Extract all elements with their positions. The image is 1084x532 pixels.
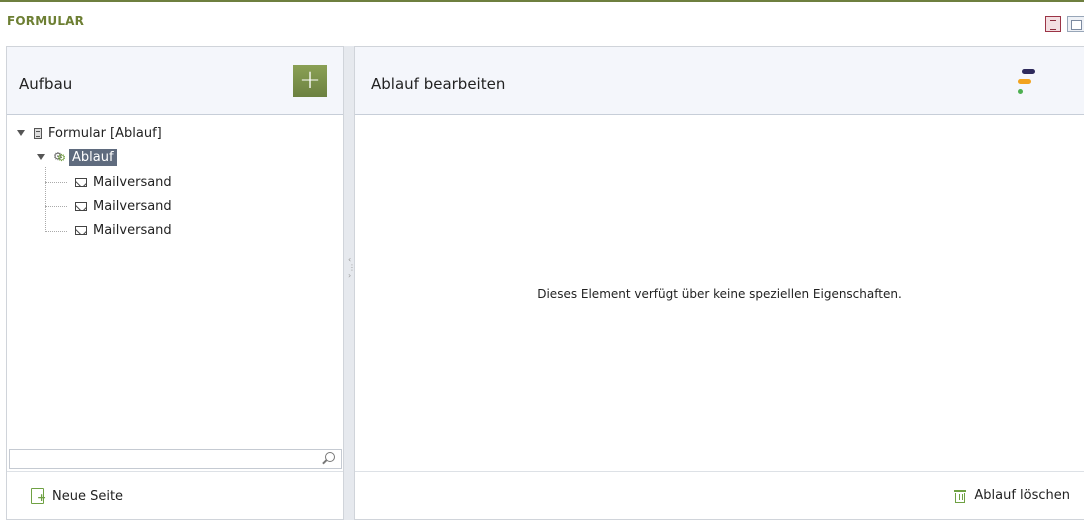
tree-item-label: Mailversand <box>93 174 172 190</box>
tree-item-label: Mailversand <box>93 198 172 214</box>
tree-connector <box>45 206 67 207</box>
tree-item-label: Mailversand <box>93 222 172 238</box>
new-page-label: Neue Seite <box>52 488 124 504</box>
expand-arrow-icon[interactable] <box>17 130 25 136</box>
window-title: FORMULAR <box>7 14 85 28</box>
empty-properties-message: Dieses Element verfügt über keine spezie… <box>537 287 902 301</box>
tree-item-ablauf[interactable]: ⚙ ⚙ Ablauf <box>37 147 117 167</box>
search-icon[interactable] <box>325 452 335 462</box>
mail-icon <box>75 177 87 187</box>
mail-icon <box>75 225 87 235</box>
mail-icon <box>75 201 87 211</box>
properties-panel: Ablauf bearbeiten Dieses Element verfügt… <box>355 46 1084 520</box>
splitter-handle-icon[interactable]: ‹ ⋮ › <box>348 256 356 280</box>
tree-item-formular[interactable]: Formular [Ablauf] <box>17 123 162 143</box>
document-icon <box>34 127 42 139</box>
tree-search-input[interactable] <box>9 449 342 469</box>
form-editor: FORMULAR Aufbau + Formular [Ablauf] ⚙ ⚙ A… <box>0 0 1084 532</box>
add-page-icon <box>31 488 46 504</box>
new-page-button[interactable]: Neue Seite <box>31 488 123 504</box>
properties-panel-footer: Ablauf löschen <box>355 471 1084 519</box>
delete-flow-button[interactable]: Ablauf löschen <box>954 488 1070 503</box>
tree-connector <box>45 231 67 232</box>
tree-item-mailversand[interactable]: Mailversand <box>75 220 172 240</box>
document-view-icon[interactable] <box>1045 16 1061 32</box>
structure-panel-footer: Neue Seite <box>7 471 343 519</box>
trash-icon <box>954 489 967 503</box>
window-view-icon[interactable] <box>1067 16 1084 32</box>
tree-connector <box>45 167 46 232</box>
add-element-button[interactable]: + <box>293 65 327 97</box>
gear-icon: ⚙ ⚙ <box>53 150 66 164</box>
brand-logo-icon <box>1018 67 1038 97</box>
tree-item-label: Formular [Ablauf] <box>48 125 162 141</box>
structure-panel-title: Aufbau <box>19 75 73 93</box>
structure-panel-header: Aufbau + <box>7 47 343 115</box>
panel-splitter[interactable]: ‹ ⋮ › <box>343 46 356 520</box>
delete-flow-label: Ablauf löschen <box>974 488 1070 503</box>
tree-connector <box>45 182 67 183</box>
properties-panel-header: Ablauf bearbeiten <box>355 47 1084 115</box>
tree-item-label: Ablauf <box>69 148 117 166</box>
tree-item-mailversand[interactable]: Mailversand <box>75 172 172 192</box>
structure-panel: Aufbau + Formular [Ablauf] ⚙ ⚙ Ablauf Mai… <box>6 46 343 520</box>
expand-arrow-icon[interactable] <box>37 154 45 160</box>
title-bar: FORMULAR <box>0 0 1084 46</box>
tree-item-mailversand[interactable]: Mailversand <box>75 196 172 216</box>
properties-panel-title: Ablauf bearbeiten <box>371 75 506 93</box>
